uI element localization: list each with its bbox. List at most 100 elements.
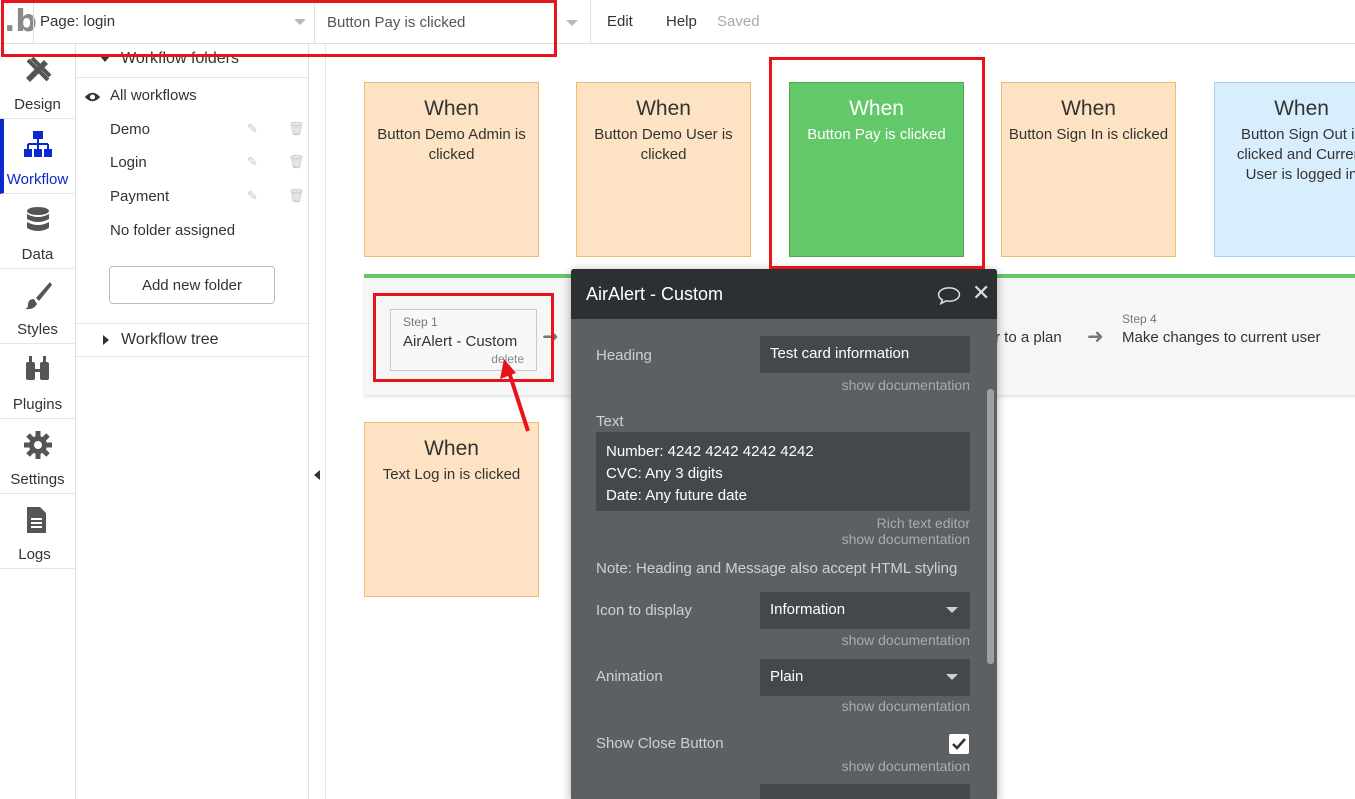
nav-label: Styles — [17, 321, 58, 338]
workflow-select-label: Button Pay is clicked — [327, 14, 466, 31]
nav-design[interactable]: Design — [0, 44, 75, 119]
design-icon — [26, 56, 52, 82]
property-editor-header[interactable]: AirAlert - Custom ✕ — [571, 269, 997, 319]
pencil-icon[interactable]: ✎ — [247, 188, 258, 204]
workflow-select[interactable]: Button Pay is clicked — [316, 0, 591, 44]
event-card[interactable]: When Button Demo Admin is clicked — [364, 82, 539, 257]
event-description: Button Sign Out is clicked and Current U… — [1236, 126, 1355, 183]
add-folder-button[interactable]: Add new folder — [109, 266, 275, 304]
folder-all-workflows[interactable]: All workflows — [110, 87, 197, 104]
icon-dropdown[interactable]: Information — [760, 592, 970, 629]
trash-icon[interactable]: 🗑 — [288, 121, 305, 137]
workflow-folders-title: Workflow folders — [121, 50, 239, 67]
event-when: When — [424, 97, 479, 120]
nav-logs[interactable]: Logs — [0, 494, 75, 569]
workflow-tree-title: Workflow tree — [121, 331, 219, 348]
nav-label: Workflow — [6, 171, 69, 188]
event-description: Button Sign In is clicked — [1008, 126, 1169, 143]
close-icon[interactable]: ✕ — [972, 281, 990, 306]
text-line: CVC: Any 3 digits — [606, 465, 723, 482]
nav-data[interactable]: Data — [0, 194, 75, 269]
event-when: When — [849, 97, 904, 120]
gear-icon — [24, 431, 52, 459]
event-description: Button Pay is clicked — [807, 126, 946, 143]
page-select-label: Page: login — [40, 13, 116, 30]
menu-edit[interactable]: Edit — [607, 13, 633, 30]
nav-plugins[interactable]: Plugins — [0, 344, 75, 419]
plug-icon — [26, 356, 49, 380]
icon-dropdown-value: Information — [770, 601, 846, 618]
next-field-input[interactable] — [760, 784, 970, 799]
arrow-right-icon: ➜ — [1087, 324, 1104, 348]
eye-icon[interactable] — [84, 91, 101, 103]
heading-label: Heading — [596, 347, 652, 364]
triangle-right-icon — [103, 335, 109, 345]
save-status: Saved — [717, 13, 760, 30]
pencil-icon[interactable]: ✎ — [247, 121, 258, 137]
html-note: Note: Heading and Message also accept HT… — [596, 560, 958, 577]
event-description: Text Log in is clicked — [382, 466, 521, 483]
show-documentation-link[interactable]: show documentation — [842, 531, 970, 547]
show-documentation-link[interactable]: show documentation — [842, 377, 970, 393]
menu-help[interactable]: Help — [666, 13, 697, 30]
event-card[interactable]: When Text Log in is clicked — [364, 422, 539, 597]
show-documentation-link[interactable]: show documentation — [842, 632, 970, 648]
event-card-selected[interactable]: When Button Pay is clicked — [789, 82, 964, 257]
folder-unassigned[interactable]: No folder assigned — [110, 222, 235, 239]
event-when: When — [636, 97, 691, 120]
workflow-folders-header[interactable]: Workflow folders — [76, 44, 308, 78]
comment-icon[interactable] — [937, 286, 961, 305]
property-editor-title: AirAlert - Custom — [586, 284, 724, 304]
event-card[interactable]: When Button Sign Out is clicked and Curr… — [1214, 82, 1355, 257]
nav-workflow[interactable]: Workflow — [0, 119, 75, 194]
chevron-down-icon — [946, 607, 958, 613]
brush-icon — [25, 282, 52, 310]
property-editor: AirAlert - Custom ✕ Heading Test card in… — [571, 269, 997, 799]
document-icon — [27, 507, 46, 533]
trash-icon[interactable]: 🗑 — [288, 154, 305, 170]
folder-item-demo[interactable]: Demo — [110, 121, 150, 138]
nav-label: Design — [14, 96, 61, 113]
animation-label: Animation — [596, 668, 663, 685]
folder-item-login[interactable]: Login — [110, 154, 147, 171]
close-button-label: Show Close Button — [596, 735, 724, 752]
step-3-title[interactable]: r to a plan — [995, 329, 1062, 346]
animation-dropdown-value: Plain — [770, 668, 804, 685]
icon-label: Icon to display — [596, 602, 692, 619]
trash-icon[interactable]: 🗑 — [288, 188, 305, 204]
database-icon — [27, 207, 49, 231]
close-button-checkbox[interactable] — [949, 734, 969, 754]
page-select[interactable]: Page: login — [33, 0, 315, 44]
animation-dropdown[interactable]: Plain — [760, 659, 970, 696]
show-documentation-link[interactable]: show documentation — [842, 698, 970, 714]
step-4-title[interactable]: Make changes to current user — [1122, 329, 1320, 346]
event-description: Button Demo User is clicked — [594, 126, 733, 163]
chevron-down-icon — [294, 19, 306, 25]
event-card[interactable]: When Button Demo User is clicked — [576, 82, 751, 257]
nav-styles[interactable]: Styles — [0, 269, 75, 344]
text-line: Number: 4242 4242 4242 4242 — [606, 443, 814, 460]
text-label: Text — [596, 413, 624, 430]
collapse-arrow-icon[interactable] — [314, 470, 320, 480]
workflow-folders-panel: Workflow folders All workflows Demo ✎ 🗑 … — [76, 44, 309, 799]
scrollbar[interactable] — [987, 389, 994, 664]
text-input[interactable]: Number: 4242 4242 4242 4242 CVC: Any 3 d… — [596, 432, 970, 511]
event-description: Button Demo Admin is clicked — [377, 126, 526, 163]
event-card[interactable]: When Button Sign In is clicked — [1001, 82, 1176, 257]
bubble-logo[interactable]: .b — [4, 6, 37, 38]
panel-splitter[interactable] — [309, 44, 326, 799]
folder-item-payment[interactable]: Payment — [110, 188, 169, 205]
event-when: When — [1061, 97, 1116, 120]
nav-label: Plugins — [12, 396, 63, 413]
show-documentation-link[interactable]: show documentation — [842, 758, 970, 774]
pencil-icon[interactable]: ✎ — [247, 154, 258, 170]
nav-settings[interactable]: Settings — [0, 419, 75, 494]
workflow-tree-header[interactable]: Workflow tree — [76, 323, 308, 357]
rich-text-editor-link[interactable]: Rich text editor — [877, 515, 970, 531]
check-icon — [952, 738, 966, 750]
heading-input[interactable]: Test card information — [760, 336, 970, 373]
step-number: Step 1 — [403, 315, 438, 329]
workflow-icon — [24, 131, 52, 157]
annotation-arrow — [500, 359, 530, 432]
triangle-down-icon — [100, 56, 110, 62]
